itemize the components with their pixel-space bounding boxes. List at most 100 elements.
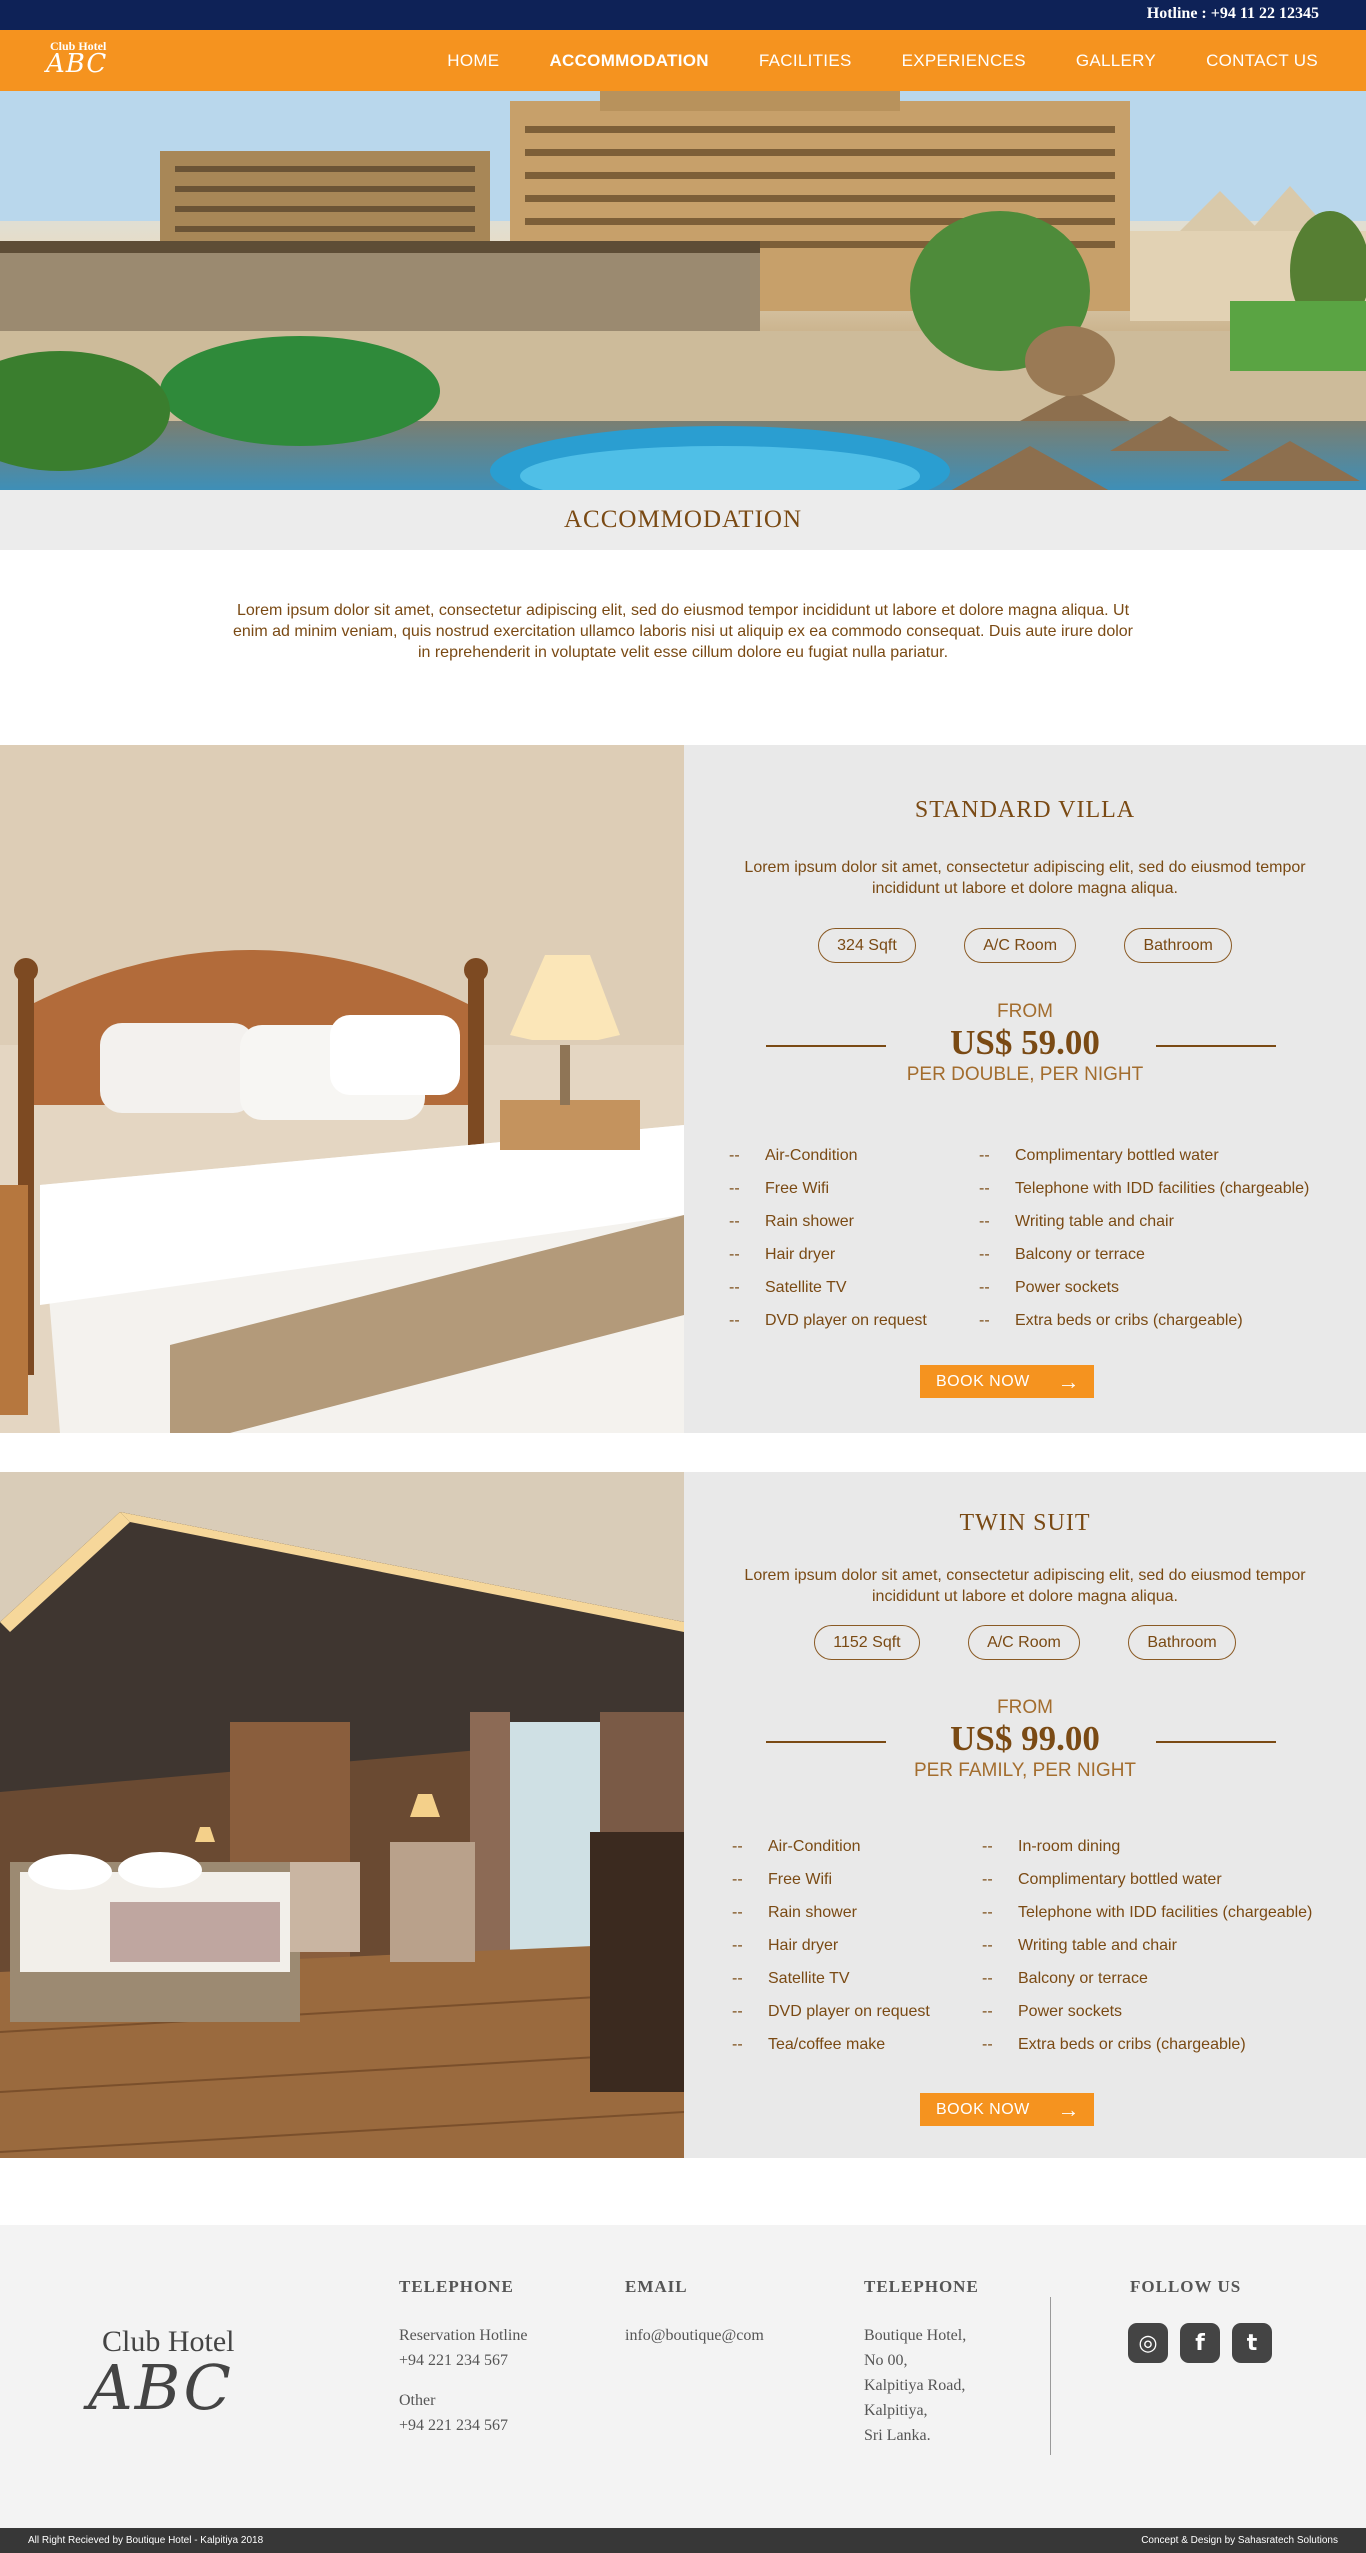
book-now-button[interactable]: BOOK NOW →: [920, 1365, 1094, 1398]
price-divider-right: [1156, 1741, 1276, 1743]
amenity-item: -- Complimentary bottled water: [982, 1871, 1222, 1888]
amenities-right-column: -- Complimentary bottled water -- Telephon…: [979, 1139, 1309, 1337]
amenity-item: -- Hair dryer: [729, 1246, 836, 1263]
address-line: Kalpitiya Road,: [864, 2377, 966, 2394]
copyright-text: All Right Recieved by Boutique Hotel - K…: [28, 2535, 264, 2546]
main-nav: Club Hotel ABC HOME ACCOMMODATION FACILI…: [0, 30, 1366, 91]
suite-bedroom-image: [0, 1472, 684, 2158]
amenity-item: -- Hair dryer: [732, 1937, 839, 1954]
room-features: 324 Sqft A/C Room Bathroom: [684, 928, 1366, 963]
footer-logo[interactable]: Club Hotel ABC: [88, 2325, 235, 2424]
room-info-panel: TWIN SUIT Lorem ipsum dolor sit amet, co…: [684, 1472, 1366, 2158]
nav-item-experiences[interactable]: EXPERIENCES: [902, 51, 1026, 71]
room-photo: [0, 745, 684, 1433]
twitter-icon[interactable]: t: [1232, 2323, 1272, 2363]
feature-bathroom-pill: Bathroom: [1124, 928, 1232, 963]
amenity-item: -- Free Wifi: [732, 1871, 832, 1888]
site-logo[interactable]: Club Hotel ABC: [46, 40, 108, 79]
amenity-item: -- Telephone with IDD facilities (chargea…: [979, 1180, 1310, 1197]
price-divider-right: [1156, 1045, 1276, 1047]
footer: Club Hotel ABC TELEPHONE Reservation Hot…: [0, 2225, 1366, 2528]
arrow-right-icon: →: [1057, 1369, 1080, 1394]
room-info-panel: STANDARD VILLA Lorem ipsum dolor sit ame…: [684, 745, 1366, 1433]
price-from-label: FROM: [997, 1697, 1053, 1718]
footer-email: EMAIL info@boutique@com: [625, 2277, 764, 2348]
nav-item-accommodation[interactable]: ACCOMMODATION: [549, 51, 708, 71]
telephone-number[interactable]: +94 221 234 567: [399, 2348, 527, 2373]
instagram-icon[interactable]: ◎: [1128, 2323, 1168, 2363]
nav-item-contact-us[interactable]: CONTACT US: [1206, 51, 1318, 71]
room-price-block: FROM US$ 59.00 PER DOUBLE, PER NIGHT: [684, 1001, 1366, 1087]
price-amount: US$ 99.00: [950, 1719, 1100, 1758]
amenity-item: -- Balcony or terrace: [982, 1970, 1148, 1987]
amenity-item: -- DVD player on request: [729, 1312, 927, 1329]
feature-size-pill: 324 Sqft: [818, 928, 916, 963]
price-basis: PER FAMILY, PER NIGHT: [913, 1760, 1137, 1781]
price-divider-left: [766, 1045, 886, 1047]
amenities-list: -- Air-Condition -- Free Wifi -- Rain showe…: [729, 1139, 1309, 1337]
address-line: Kalpitiya,: [864, 2402, 928, 2419]
facebook-icon[interactable]: f: [1180, 2323, 1220, 2363]
amenity-item: -- Power sockets: [982, 2003, 1123, 2020]
amenity-item: -- Complimentary bottled water: [979, 1147, 1219, 1164]
telephone-label: Reservation Hotline: [399, 2327, 528, 2344]
book-now-label: BOOK NOW: [936, 1373, 1030, 1390]
price-basis: PER DOUBLE, PER NIGHT: [906, 1064, 1144, 1085]
amenity-item: -- Writing table and chair: [979, 1213, 1174, 1230]
room-name: STANDARD VILLA: [914, 797, 1136, 823]
amenities-left-column: -- Air-Condition -- Free Wifi -- Rain showe…: [729, 1139, 979, 1337]
amenity-item: -- Extra beds or cribs (chargeable): [982, 2036, 1246, 2053]
room-card-standard-villa: STANDARD VILLA Lorem ipsum dolor sit ame…: [0, 745, 1366, 1433]
bottom-bar: All Right Recieved by Boutique Hotel - K…: [0, 2528, 1366, 2553]
address-heading: TELEPHONE: [864, 2277, 979, 2296]
room-card-twin-suit: TWIN SUIT Lorem ipsum dolor sit amet, co…: [0, 1472, 1366, 2158]
amenity-item: -- Writing table and chair: [982, 1937, 1177, 1954]
telephone-label: Other: [399, 2392, 436, 2409]
amenities-left-column: -- Air-Condition -- Free Wifi -- Rain showe…: [732, 1830, 982, 2061]
address-line: Sri Lanka.: [864, 2427, 931, 2444]
address-line: Boutique Hotel,: [864, 2327, 967, 2344]
nav-menu: HOME ACCOMMODATION FACILITIES EXPERIENCE…: [397, 30, 1318, 91]
amenity-item: -- Satellite TV: [729, 1279, 847, 1296]
address-line: No 00,: [864, 2352, 908, 2369]
book-now-label: BOOK NOW: [936, 2101, 1030, 2118]
room-description: Lorem ipsum dolor sit amet, consectetur …: [744, 1567, 1306, 1605]
price-divider-left: [766, 1741, 886, 1743]
amenity-item: -- Rain shower: [732, 1904, 857, 1921]
nav-item-home[interactable]: HOME: [447, 51, 499, 71]
amenity-item: -- Rain shower: [729, 1213, 854, 1230]
footer-telephone: TELEPHONE Reservation Hotline +94 221 23…: [399, 2277, 527, 2438]
telephone-number[interactable]: +94 221 234 567: [399, 2413, 527, 2438]
amenity-item: -- Telephone with IDD facilities (chargea…: [982, 1904, 1313, 1921]
amenity-item: -- DVD player on request: [732, 2003, 930, 2020]
room-description: Lorem ipsum dolor sit amet, consectetur …: [744, 859, 1306, 897]
footer-logo-big: ABC: [88, 2351, 233, 2424]
price-from-label: FROM: [997, 1001, 1053, 1022]
amenity-item: -- Tea/coffee make: [732, 2036, 886, 2053]
price-amount: US$ 59.00: [950, 1023, 1100, 1062]
feature-bathroom-pill: Bathroom: [1128, 1625, 1236, 1660]
room-photo: [0, 1472, 684, 2158]
book-now-button[interactable]: BOOK NOW →: [920, 2093, 1094, 2126]
hotel-exterior-illustration: [0, 91, 1366, 490]
arrow-right-icon: →: [1057, 2097, 1080, 2122]
amenity-item: -- Free Wifi: [729, 1180, 829, 1197]
intro-section: Lorem ipsum dolor sit amet, consectetur …: [0, 550, 1366, 745]
intro-text: Lorem ipsum dolor sit amet, consectetur …: [233, 602, 1133, 661]
credits-text: Concept & Design by Sahasratech Solution…: [1141, 2535, 1338, 2546]
amenity-item: -- Air-Condition: [729, 1147, 858, 1164]
footer-address: TELEPHONE Boutique Hotel, No 00, Kalpiti…: [864, 2277, 979, 2448]
email-heading: EMAIL: [625, 2277, 688, 2296]
social-links: ◎ f t: [1128, 2323, 1284, 2363]
amenity-item: -- Satellite TV: [732, 1970, 850, 1987]
amenity-item: -- Power sockets: [979, 1279, 1120, 1296]
room-features: 1152 Sqft A/C Room Bathroom: [684, 1625, 1366, 1660]
email-link[interactable]: info@boutique@com: [625, 2323, 764, 2348]
logo-big-text: ABC: [46, 49, 108, 79]
top-bar: Hotline : +94 11 22 12345: [0, 0, 1366, 30]
follow-heading: FOLLOW US: [1130, 2277, 1242, 2296]
footer-divider: [1050, 2297, 1051, 2455]
nav-item-facilities[interactable]: FACILITIES: [759, 51, 852, 71]
nav-item-gallery[interactable]: GALLERY: [1076, 51, 1156, 71]
room-name: TWIN SUIT: [959, 1510, 1091, 1536]
